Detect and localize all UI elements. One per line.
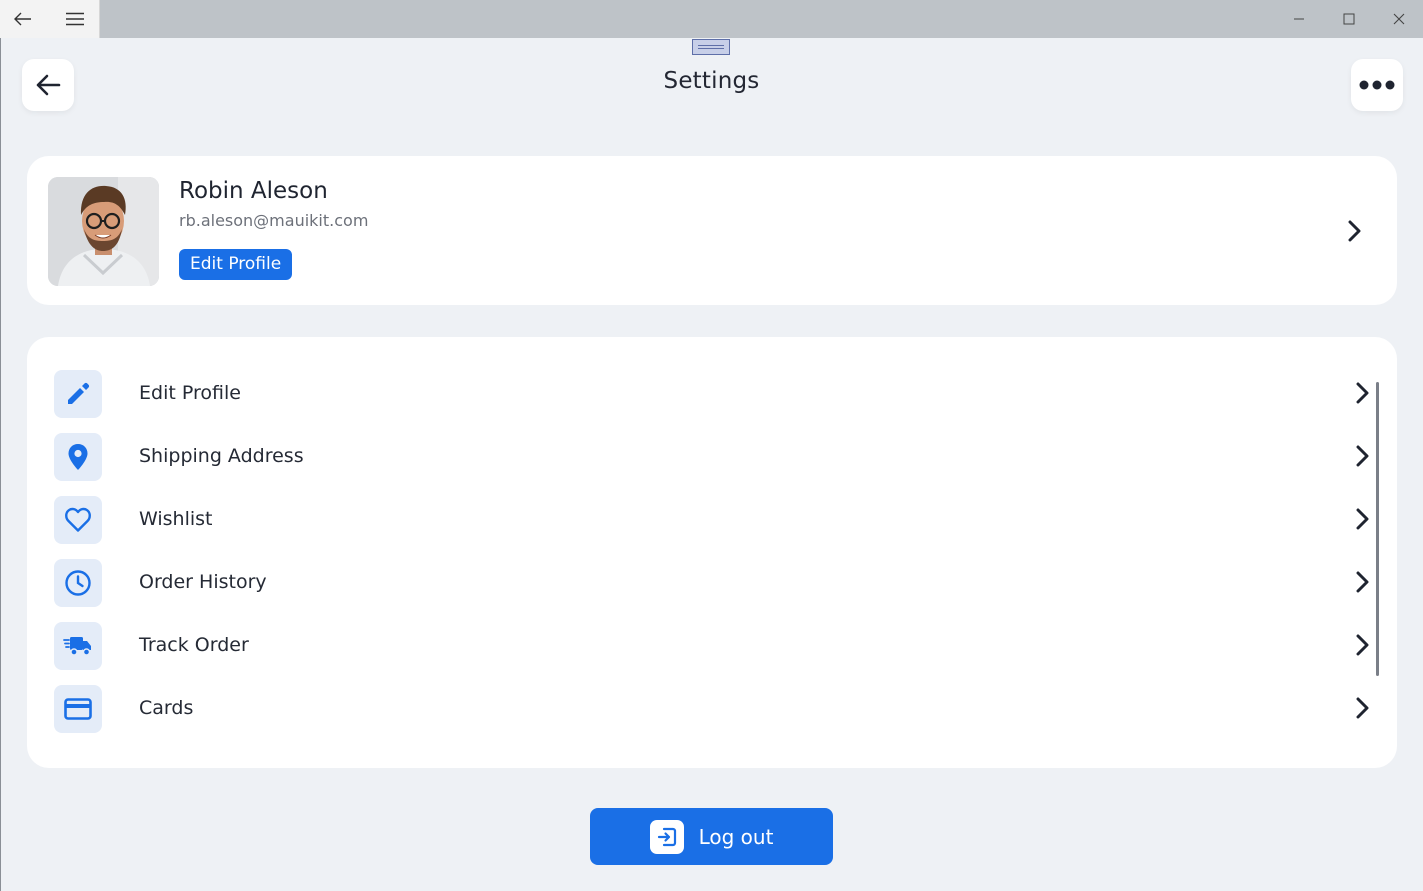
arrow-left-icon <box>14 12 31 26</box>
clock-icon <box>65 570 91 596</box>
close-icon <box>1393 13 1405 25</box>
window-titlebar <box>0 0 1423 38</box>
chevron-right-icon <box>1355 571 1371 597</box>
menu-item-edit-profile[interactable]: Edit Profile <box>27 362 1397 425</box>
drag-handle[interactable] <box>692 39 730 55</box>
menu-item-wishlist[interactable]: Wishlist <box>27 488 1397 551</box>
logout-label: Log out <box>698 824 774 849</box>
menu-item-shipping-address[interactable]: Shipping Address <box>27 425 1397 488</box>
page-title: Settings <box>663 68 760 94</box>
window-frame-edge <box>0 38 1 891</box>
chevron-right-icon <box>1355 634 1371 660</box>
logout-icon <box>657 827 676 846</box>
menu-icon-tile <box>54 433 102 481</box>
pencil-icon <box>68 382 90 404</box>
menu-icon-tile <box>54 370 102 418</box>
menu-scrollbar[interactable] <box>1376 382 1379 676</box>
window-minimize-button[interactable] <box>1276 0 1322 38</box>
menu-icon-tile <box>54 685 102 733</box>
window-back-button[interactable] <box>0 0 46 38</box>
settings-menu-card: Edit Profile Shipping Address Wishlist O… <box>27 337 1397 768</box>
menu-icon-tile <box>54 622 102 670</box>
menu-item-cards[interactable]: Cards <box>27 677 1397 740</box>
avatar <box>48 177 159 286</box>
chevron-right-icon <box>1355 382 1371 408</box>
profile-card[interactable]: Robin Aleson rb.aleson@mauikit.com Edit … <box>27 156 1397 305</box>
profile-name: Robin Aleson <box>179 178 328 204</box>
menu-item-order-history[interactable]: Order History <box>27 551 1397 614</box>
menu-item-label: Shipping Address <box>139 445 304 467</box>
logout-button[interactable]: Log out <box>590 808 833 865</box>
window-menu-button[interactable] <box>52 0 98 38</box>
titlebar-left-area <box>0 0 100 38</box>
edit-profile-button[interactable]: Edit Profile <box>179 249 293 280</box>
menu-item-label: Edit Profile <box>139 382 241 404</box>
credit-card-icon <box>64 698 92 720</box>
heart-icon <box>65 507 91 532</box>
menu-item-label: Order History <box>139 571 267 593</box>
window-maximize-button[interactable] <box>1326 0 1372 38</box>
logout-icon-tile <box>649 819 684 854</box>
truck-icon <box>63 637 91 656</box>
menu-item-label: Wishlist <box>139 508 213 530</box>
window-close-button[interactable] <box>1376 0 1422 38</box>
menu-icon-tile <box>54 496 102 544</box>
chevron-right-icon <box>1355 445 1371 471</box>
profile-email: rb.aleson@mauikit.com <box>179 211 369 230</box>
avatar-photo <box>48 177 159 286</box>
profile-chevron-right-icon[interactable] <box>1347 220 1363 246</box>
chevron-right-icon <box>1355 508 1371 534</box>
maximize-icon <box>1343 13 1355 25</box>
hamburger-icon <box>66 12 84 26</box>
chevron-right-icon <box>1355 697 1371 723</box>
menu-item-track-order[interactable]: Track Order <box>27 614 1397 677</box>
menu-icon-tile <box>54 559 102 607</box>
minimize-icon <box>1294 18 1304 20</box>
more-dots-icon <box>1359 80 1395 90</box>
menu-item-label: Cards <box>139 697 194 719</box>
menu-item-label: Track Order <box>139 634 249 656</box>
location-pin-icon <box>68 444 88 470</box>
more-options-button[interactable] <box>1351 59 1403 111</box>
